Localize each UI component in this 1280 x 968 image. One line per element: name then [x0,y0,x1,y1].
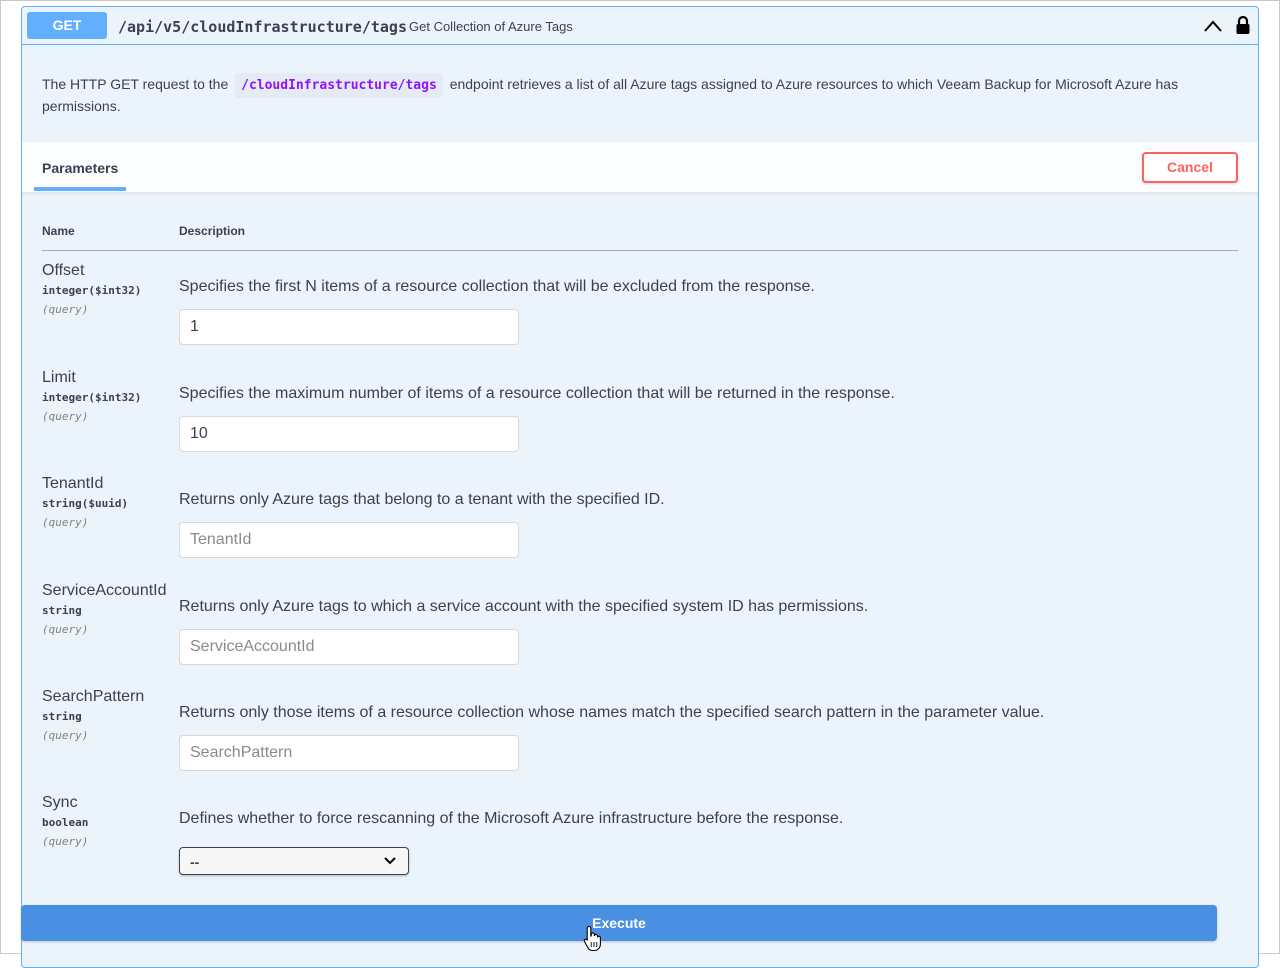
param-location: (query) [42,729,89,742]
sync-select[interactable]: -- [179,847,409,875]
param-type: integer($int32) [42,284,142,297]
column-header-name: Name [42,224,75,238]
tenantid-input[interactable] [179,522,519,558]
chevron-up-icon[interactable] [1203,19,1223,33]
param-type: string [42,710,82,723]
column-header-description: Description [179,224,246,238]
param-row-sync: Sync boolean (query) Defines whether to … [22,794,1258,900]
param-row-limit: Limit integer($int32) (query) Specifies … [22,369,1258,475]
param-name: Sync [42,794,78,811]
param-type: string($uuid) [42,497,129,510]
param-row-searchpattern: SearchPattern string (query) Returns onl… [22,688,1258,794]
param-name: ServiceAccountId [42,582,167,599]
param-name: SearchPattern [42,688,145,705]
lock-icon[interactable] [1235,15,1251,35]
method-badge: GET [27,12,107,39]
param-type: string [42,604,82,617]
sync-select-value: -- [190,854,200,870]
param-name: Limit [42,369,76,386]
param-description: Returns only Azure tags that belong to a… [179,491,665,508]
endpoint-path: /api/v5/cloudInfrastructure/tags [118,18,407,36]
tab-active-indicator [34,187,126,191]
limit-input[interactable] [179,416,519,452]
param-location: (query) [42,410,89,423]
param-row-offset: Offset integer($int32) (query) Specifies… [22,262,1258,368]
description-text-start: The HTTP GET request to the [42,76,229,92]
param-name: Offset [42,262,85,279]
param-description: Defines whether to force rescanning of t… [179,810,844,827]
param-description: Specifies the maximum number of items of… [179,385,895,402]
operation-summary-text: Get Collection of Azure Tags [409,19,573,34]
param-description: Specifies the first N items of a resourc… [179,278,815,295]
parameters-header: Parameters Cancel [22,142,1258,193]
operation-description: The HTTP GET request to the /cloudInfras… [42,73,1232,115]
serviceaccountid-input[interactable] [179,629,519,665]
param-description: Returns only those items of a resource c… [179,704,1045,721]
param-row-tenantid: TenantId string($uuid) (query) Returns o… [22,475,1258,581]
header-divider [42,250,1238,251]
param-description: Returns only Azure tags to which a servi… [179,598,869,615]
searchpattern-input[interactable] [179,735,519,771]
tab-parameters[interactable]: Parameters [42,160,118,176]
chevron-down-icon [384,857,396,865]
param-type: boolean [42,816,89,829]
description-code: /cloudInfrastructure/tags [235,73,443,98]
hand-pointer-cursor-icon [583,925,601,952]
operation-summary[interactable]: GET /api/v5/cloudInfrastructure/tags Get… [22,7,1258,45]
offset-input[interactable] [179,309,519,345]
execute-button[interactable]: Execute [21,905,1217,941]
param-location: (query) [42,623,89,636]
param-location: (query) [42,516,89,529]
param-location: (query) [42,835,89,848]
param-name: TenantId [42,475,104,492]
param-type: integer($int32) [42,391,142,404]
operation-block: GET /api/v5/cloudInfrastructure/tags Get… [21,6,1259,968]
param-row-serviceaccountid: ServiceAccountId string (query) Returns … [22,582,1258,688]
param-location: (query) [42,303,89,316]
cancel-button[interactable]: Cancel [1142,152,1238,183]
